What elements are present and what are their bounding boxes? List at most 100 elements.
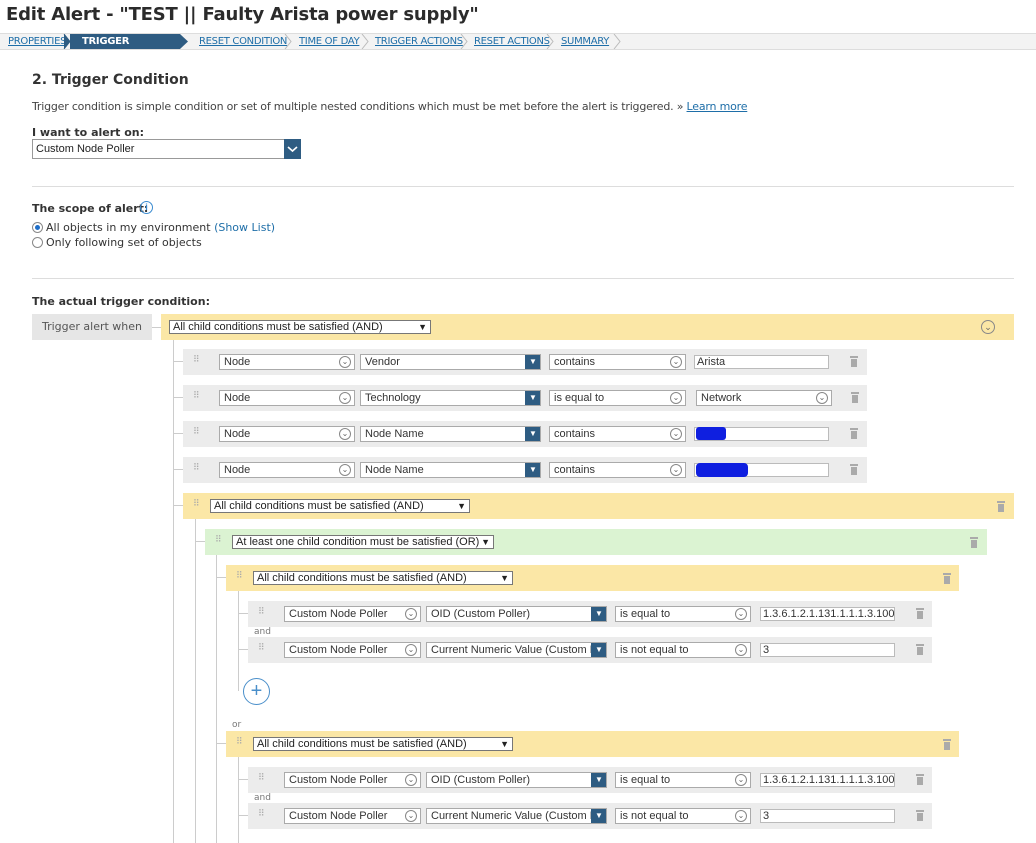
- value-input[interactable]: 1.3.6.1.2.1.131.1.1.1.3.1007: [760, 607, 895, 621]
- trash-icon[interactable]: [849, 356, 859, 367]
- divider: [32, 278, 1014, 279]
- breadcrumb: PROPERTIES TRIGGER CONDITION RESET CONDI…: [0, 33, 1036, 62]
- tree-connector: [173, 433, 183, 434]
- and-label: and: [254, 627, 271, 637]
- tree-connector: [173, 505, 183, 506]
- trash-icon[interactable]: [996, 501, 1006, 512]
- operator-select[interactable]: contains ⌄: [549, 426, 686, 442]
- trash-icon[interactable]: [915, 774, 925, 785]
- field-select[interactable]: Node Name ▼: [360, 462, 541, 478]
- object-select[interactable]: Node ⌄: [219, 462, 355, 478]
- operator-select[interactable]: contains ⌄: [549, 462, 686, 478]
- section-description: Trigger condition is simple condition or…: [32, 100, 748, 113]
- drag-handle-icon[interactable]: ⠿: [215, 535, 222, 547]
- trigger-alert-when-label: Trigger alert when: [32, 314, 152, 340]
- tree-connector: [173, 340, 174, 843]
- crumb-time-of-day[interactable]: TIME OF DAY: [299, 34, 360, 49]
- crumb-summary[interactable]: SUMMARY: [561, 34, 609, 49]
- field-select[interactable]: Node Name ▼: [360, 426, 541, 442]
- drag-handle-icon[interactable]: ⠿: [193, 463, 200, 475]
- section-heading: 2. Trigger Condition: [32, 72, 189, 88]
- crumb-reset-condition[interactable]: RESET CONDITION: [199, 34, 287, 49]
- field-select[interactable]: Current Numeric Value (Custom P ▼: [426, 642, 607, 658]
- scope-option-all: All objects in my environment (Show List…: [46, 221, 276, 234]
- tree-connector: [173, 361, 183, 362]
- operator-select[interactable]: is equal to ⌄: [549, 390, 686, 406]
- object-select[interactable]: Custom Node Poller ⌄: [284, 772, 421, 788]
- page-title: Edit Alert - "TEST || Faulty Arista powe…: [6, 4, 479, 25]
- drag-handle-icon[interactable]: ⠿: [236, 737, 243, 749]
- trash-icon[interactable]: [849, 464, 859, 475]
- radio-following-objects[interactable]: [32, 237, 43, 248]
- tree-connector: [238, 757, 239, 843]
- drag-handle-icon[interactable]: ⠿: [193, 499, 200, 511]
- object-select[interactable]: Custom Node Poller ⌄: [284, 606, 421, 622]
- trash-icon[interactable]: [942, 573, 952, 584]
- object-select[interactable]: Node ⌄: [219, 426, 355, 442]
- tree-connector: [238, 815, 248, 816]
- subgroup-select[interactable]: All child conditions must be satisfied (…: [253, 737, 513, 751]
- tree-connector: [216, 743, 226, 744]
- tree-connector: [216, 555, 217, 843]
- field-select[interactable]: OID (Custom Poller) ▼: [426, 772, 607, 788]
- object-select[interactable]: Node ⌄: [219, 390, 355, 406]
- operator-select[interactable]: is equal to ⌄: [615, 772, 751, 788]
- alert-on-select[interactable]: Custom Node Poller: [32, 139, 301, 159]
- drag-handle-icon[interactable]: ⠿: [258, 643, 265, 655]
- operator-select[interactable]: contains ⌄: [549, 354, 686, 370]
- object-select[interactable]: Custom Node Poller ⌄: [284, 642, 421, 658]
- collapse-icon[interactable]: ⌄: [981, 320, 995, 334]
- value-input[interactable]: 3: [760, 809, 895, 823]
- tree-connector: [216, 577, 226, 578]
- field-select[interactable]: Current Numeric Value (Custom P ▼: [426, 808, 607, 824]
- or-label: or: [232, 720, 242, 730]
- drag-handle-icon[interactable]: ⠿: [193, 427, 200, 439]
- crumb-trigger-condition[interactable]: TRIGGER CONDITION: [70, 34, 180, 62]
- object-select[interactable]: Node ⌄: [219, 354, 355, 370]
- trash-icon[interactable]: [942, 739, 952, 750]
- drag-handle-icon[interactable]: ⠿: [258, 773, 265, 785]
- trash-icon[interactable]: [849, 428, 859, 439]
- object-select[interactable]: Custom Node Poller ⌄: [284, 808, 421, 824]
- drag-handle-icon[interactable]: ⠿: [258, 809, 265, 821]
- info-icon[interactable]: i: [140, 201, 153, 214]
- show-list-link[interactable]: (Show List): [214, 221, 275, 234]
- trash-icon[interactable]: [915, 810, 925, 821]
- tree-connector: [195, 541, 205, 542]
- trash-icon[interactable]: [915, 608, 925, 619]
- radio-all-objects[interactable]: [32, 222, 43, 233]
- tree-connector: [195, 519, 196, 843]
- trash-icon[interactable]: [915, 644, 925, 655]
- subgroup-select[interactable]: All child conditions must be satisfied (…: [253, 571, 513, 585]
- operator-select[interactable]: is not equal to ⌄: [615, 808, 751, 824]
- crumb-reset-actions[interactable]: RESET ACTIONS: [474, 34, 550, 49]
- tree-connector: [173, 397, 183, 398]
- field-select[interactable]: OID (Custom Poller) ▼: [426, 606, 607, 622]
- scope-option-following: Only following set of objects: [46, 236, 202, 249]
- learn-more-link[interactable]: Learn more: [687, 100, 748, 113]
- add-condition-icon[interactable]: +: [243, 678, 270, 705]
- scope-label: The scope of alert:: [32, 202, 149, 215]
- root-group-select[interactable]: All child conditions must be satisfied (…: [169, 320, 431, 334]
- redaction-mark: [696, 463, 748, 477]
- operator-select[interactable]: is equal to ⌄: [615, 606, 751, 622]
- drag-handle-icon[interactable]: ⠿: [193, 391, 200, 403]
- field-select[interactable]: Vendor ▼: [360, 354, 541, 370]
- crumb-properties[interactable]: PROPERTIES: [8, 34, 66, 49]
- trash-icon[interactable]: [969, 537, 979, 548]
- trash-icon[interactable]: [850, 392, 860, 403]
- or-group-select[interactable]: At least one child condition must be sat…: [232, 535, 494, 549]
- chevron-right-icon: [361, 34, 369, 49]
- value-input[interactable]: 3: [760, 643, 895, 657]
- value-input[interactable]: 1.3.6.1.2.1.131.1.1.1.3.1007: [760, 773, 895, 787]
- operator-select[interactable]: is not equal to ⌄: [615, 642, 751, 658]
- drag-handle-icon[interactable]: ⠿: [193, 355, 200, 367]
- field-select[interactable]: Technology ▼: [360, 390, 541, 406]
- value-select[interactable]: Network ⌄: [696, 390, 832, 406]
- divider: [32, 186, 1014, 187]
- drag-handle-icon[interactable]: ⠿: [258, 607, 265, 619]
- value-input[interactable]: Arista: [694, 355, 829, 369]
- drag-handle-icon[interactable]: ⠿: [236, 571, 243, 583]
- nested-group-select[interactable]: All child conditions must be satisfied (…: [210, 499, 470, 513]
- crumb-trigger-actions[interactable]: TRIGGER ACTIONS: [375, 34, 463, 49]
